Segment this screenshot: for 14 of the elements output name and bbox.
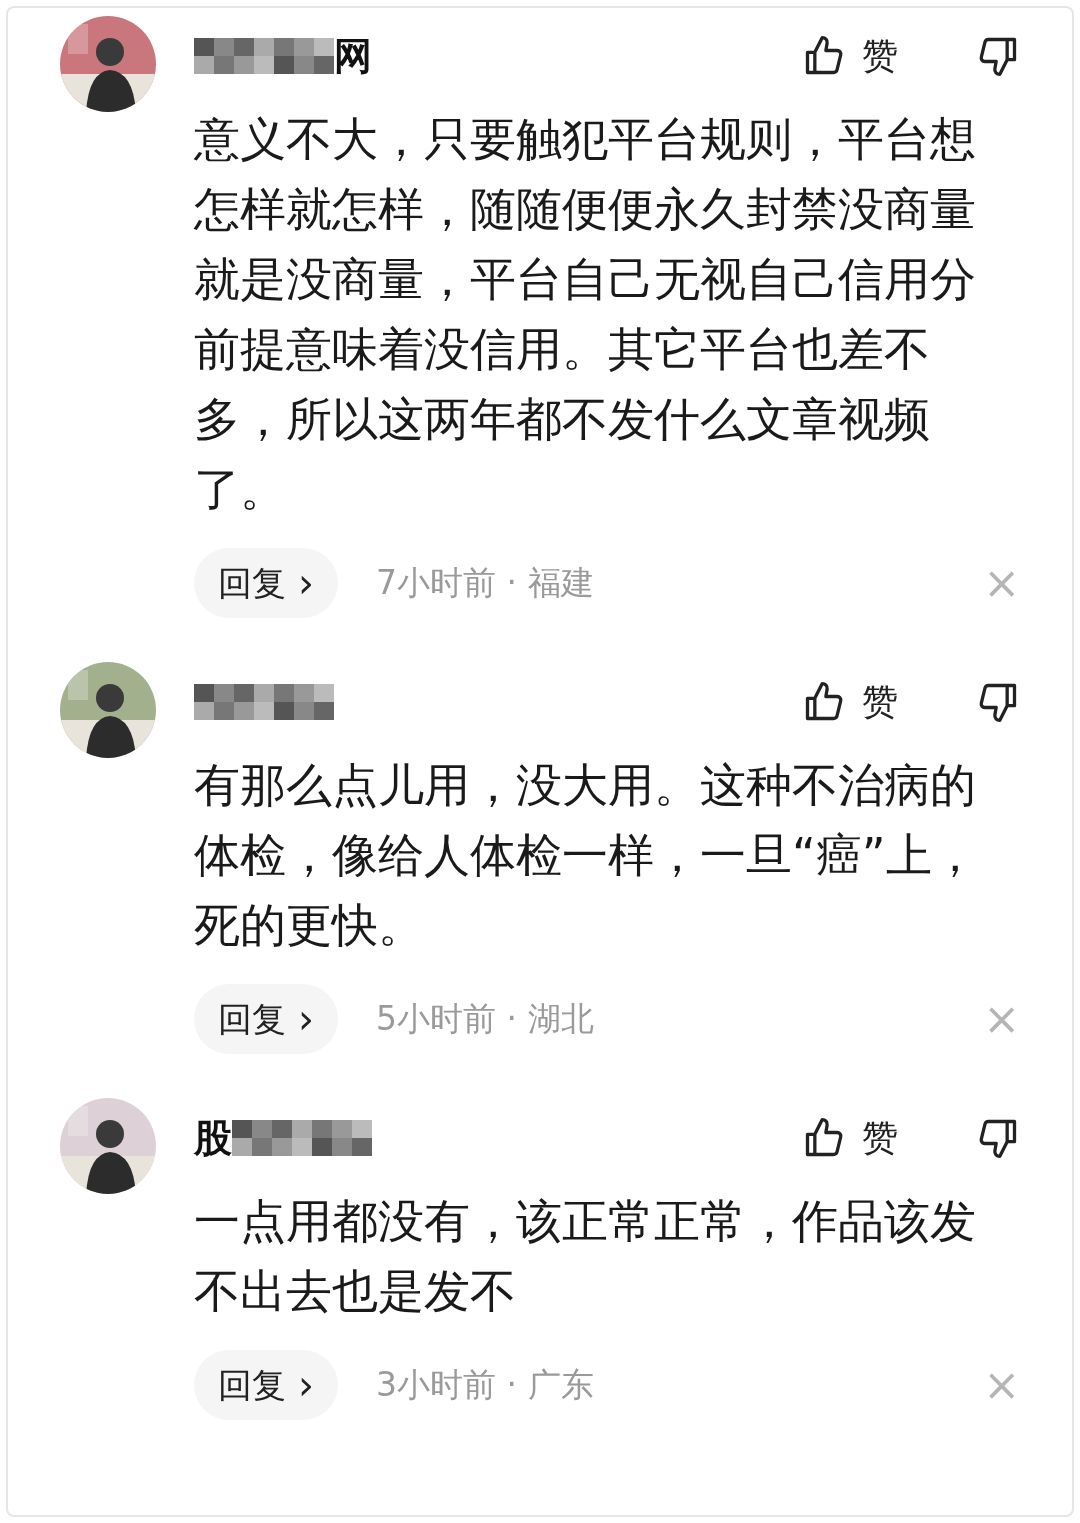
username[interactable]: 股 — [194, 1109, 232, 1167]
username[interactable]: 网 — [334, 27, 372, 85]
comment-text: 有那么点儿用，没大用。这种不治病的体检，像给人体检一样，一旦“癌”上，死的更快。 — [194, 757, 979, 954]
like-button[interactable]: 赞 — [802, 675, 898, 729]
reply-button[interactable]: 回复 › — [194, 1350, 338, 1420]
reply-button[interactable]: 回复 › — [194, 548, 338, 618]
reply-button[interactable]: 回复 › — [194, 984, 338, 1054]
like-button[interactable]: 赞 — [802, 29, 898, 83]
like-button[interactable]: 赞 — [802, 1111, 898, 1165]
comment-text: 意义不大，只要触犯平台规则，平台想怎样就怎样，随随便便永久封禁没商量就是没商量，平台自己无视自己信用分前提意味着没信用。其它平台也差不多，所以这两年都不发什么文章视频了。 — [194, 111, 977, 518]
comment-meta: 3小时前 · 广东 — [376, 1364, 595, 1407]
comment-meta: 7小时前 · 福建 — [376, 562, 595, 605]
comment-meta: 5小时前 · 湖北 — [376, 998, 595, 1041]
comment-text: 一点用都没有，该正常正常，作品该发不出去也是发不 — [194, 1193, 977, 1320]
